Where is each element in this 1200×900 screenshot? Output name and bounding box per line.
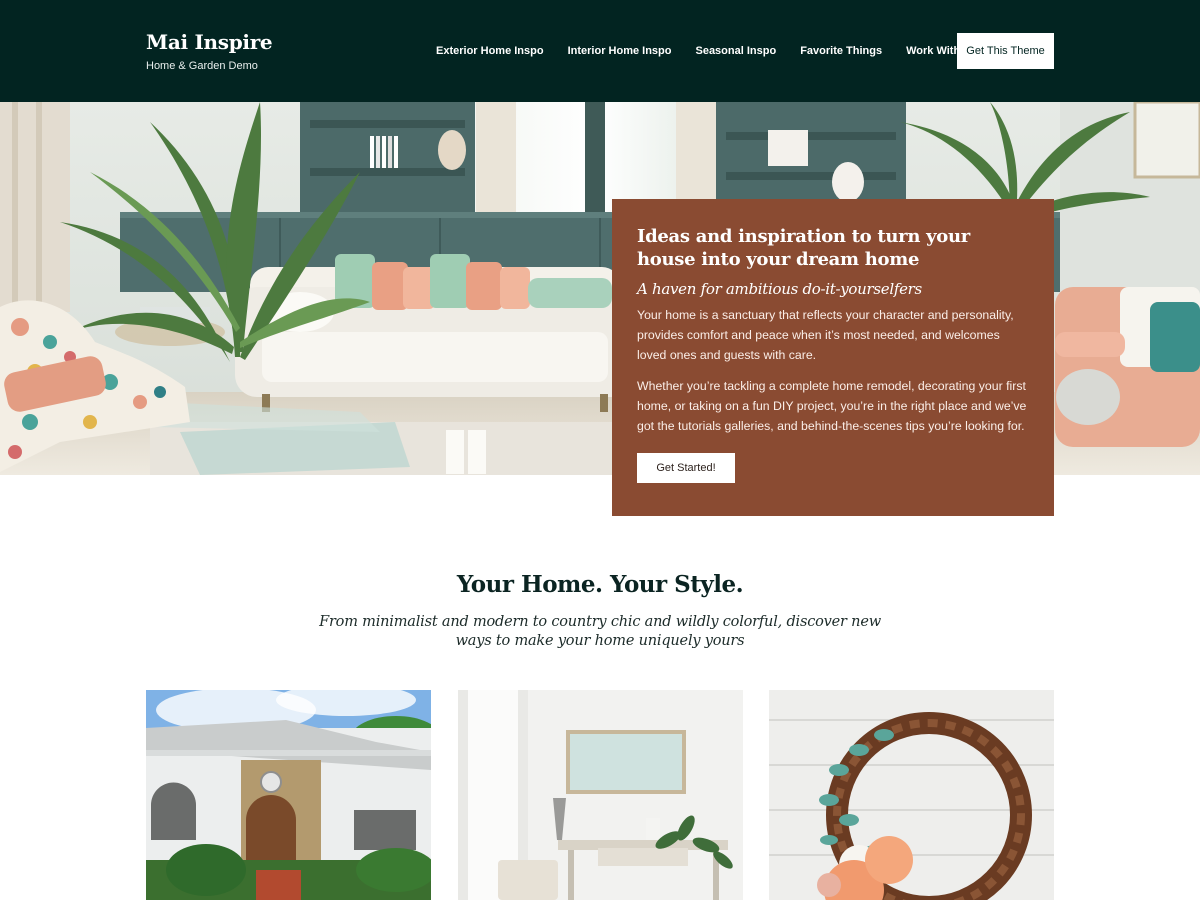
site-title-link[interactable]: Mai Inspire	[146, 30, 273, 54]
site-tagline: Home & Garden Demo	[146, 60, 258, 72]
nav-item-exterior-home-inspo[interactable]: Exterior Home Inspo	[436, 45, 544, 57]
primary-nav: Exterior Home Inspo Interior Home Inspo …	[424, 33, 991, 69]
get-this-theme-button[interactable]: Get This Theme	[957, 33, 1054, 69]
hero-subheading: A haven for ambitious do-it-yourselfers	[637, 280, 922, 298]
hero-heading: Ideas and inspiration to turn your house…	[637, 226, 970, 270]
nav-item-interior-home-inspo[interactable]: Interior Home Inspo	[568, 45, 672, 57]
site-header: Mai Inspire Home & Garden Demo Exterior …	[0, 0, 1200, 102]
get-started-button[interactable]: Get Started!	[637, 453, 735, 483]
section-subtitle: From minimalist and modern to country ch…	[319, 614, 881, 649]
card-exterior-house-image[interactable]	[146, 690, 431, 900]
card-interior-desk-image[interactable]	[458, 690, 743, 900]
hero-paragraph-2: Whether you’re tackling a complete home …	[637, 379, 1027, 433]
card-wreath-image[interactable]	[769, 690, 1054, 900]
nav-item-favorite-things[interactable]: Favorite Things	[800, 45, 882, 57]
section-title: Your Home. Your Style.	[456, 571, 744, 598]
nav-item-seasonal-inspo[interactable]: Seasonal Inspo	[695, 45, 776, 57]
hero-content-card: Ideas and inspiration to turn your house…	[612, 199, 1054, 516]
hero-paragraph-1: Your home is a sanctuary that reflects y…	[637, 308, 1014, 362]
